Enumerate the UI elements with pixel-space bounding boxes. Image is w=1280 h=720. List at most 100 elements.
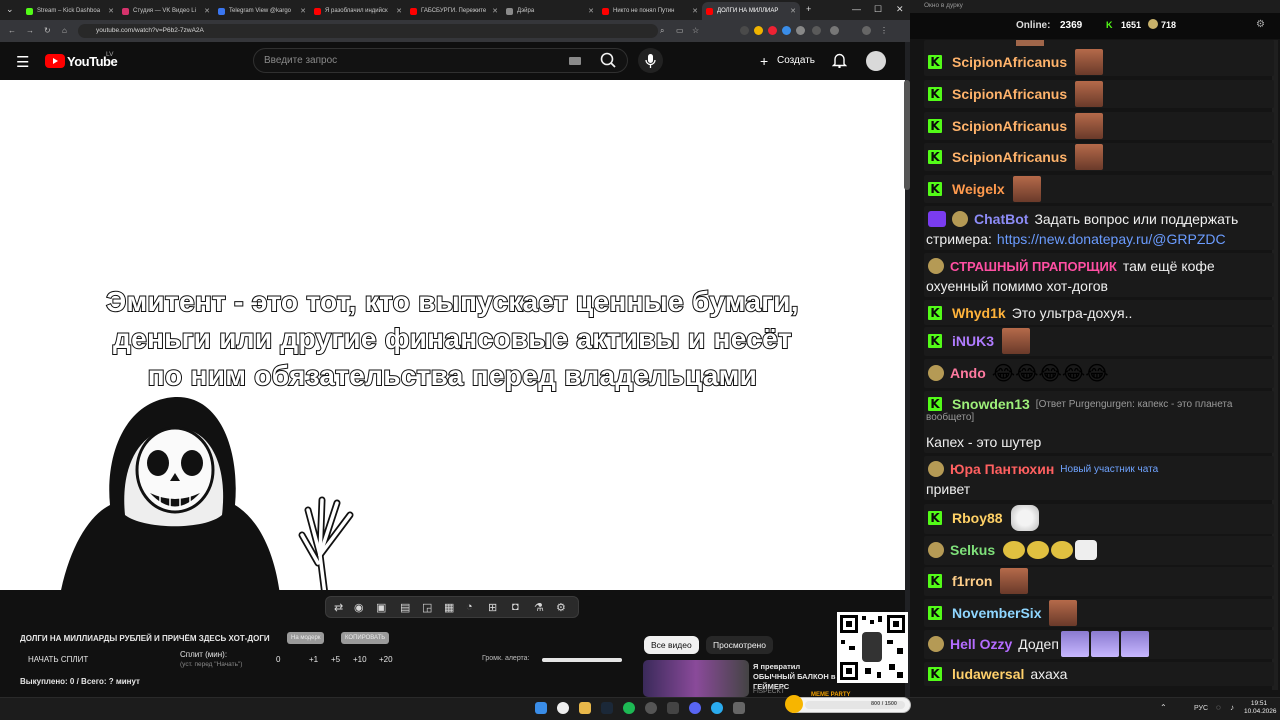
volume-icon[interactable]: ♪	[1230, 703, 1234, 712]
tab-youtube-2[interactable]: ГАБСБУРГИ. Пережите ✕	[406, 2, 502, 20]
reload-icon[interactable]: ↻	[44, 26, 51, 35]
tab-deira[interactable]: Дэйра ✕	[502, 2, 598, 20]
close-icon[interactable]: ✕	[692, 7, 698, 15]
chat-username[interactable]: NovemberSix	[952, 605, 1041, 621]
search-button[interactable]	[590, 48, 628, 73]
donation-qr-code[interactable]	[837, 612, 908, 683]
close-icon[interactable]: ✕	[790, 7, 796, 15]
profile-icon[interactable]	[862, 26, 871, 35]
app-icon[interactable]	[733, 702, 745, 714]
chat-username[interactable]: ScipionAfricanus	[952, 86, 1067, 102]
split-add-5-button[interactable]: +5	[331, 655, 340, 664]
close-icon[interactable]: ✕	[588, 7, 594, 15]
chat-username[interactable]: f1rron	[952, 573, 992, 589]
chat-username[interactable]: ScipionAfricanus	[952, 149, 1067, 165]
flask-icon[interactable]: ⚗	[534, 601, 544, 614]
extension-icon[interactable]	[754, 26, 763, 35]
filter-chip-watched[interactable]: Просмотрено	[706, 636, 773, 654]
maximize-button[interactable]: ☐	[874, 4, 882, 15]
system-clock[interactable]: 19:51 10.04.2026	[1244, 700, 1277, 716]
copy-button[interactable]: КОПИРОВАТЬ	[341, 632, 390, 644]
close-icon[interactable]: ✕	[108, 7, 114, 15]
close-icon[interactable]: ✕	[492, 7, 498, 15]
audio-icon[interactable]: ◉	[354, 601, 364, 614]
video-player[interactable]: Эмитент - это тот, кто выпускает ценные …	[0, 80, 905, 590]
extension-icon[interactable]	[782, 26, 791, 35]
picture-in-picture-icon[interactable]: ◲	[422, 601, 432, 614]
downloads-icon[interactable]	[830, 26, 839, 35]
extension-icon[interactable]	[740, 26, 749, 35]
obs-icon[interactable]	[645, 702, 657, 714]
split-add-1-button[interactable]: +1	[309, 655, 318, 664]
notifications-bell-icon[interactable]	[831, 52, 848, 73]
zoom-icon[interactable]: ⌕	[660, 26, 664, 36]
donate-link[interactable]: https://new.donatepay.ru/@GRPZDC	[997, 231, 1226, 247]
split-add-10-button[interactable]: +10	[353, 655, 367, 664]
chat-username[interactable]: Юра Пантюхин	[950, 461, 1054, 477]
tray-chevron-icon[interactable]: ⌃	[1160, 703, 1167, 712]
chat-username[interactable]: Weigelx	[952, 181, 1005, 197]
chat-username[interactable]: ludawersal	[952, 666, 1024, 682]
watch-icon[interactable]: ▣	[376, 601, 386, 614]
clapper-icon[interactable]: ▤	[400, 601, 410, 614]
tab-telegram[interactable]: Telegram View @kargo ✕	[214, 2, 310, 20]
keyboard-icon[interactable]	[569, 57, 581, 65]
chat-username[interactable]: ScipionAfricanus	[952, 54, 1067, 70]
settings-gear-icon[interactable]: ⚙	[556, 601, 566, 614]
extensions-puzzle-icon[interactable]	[812, 26, 821, 35]
back-icon[interactable]: ←	[8, 26, 16, 35]
chat-username[interactable]: iNUK3	[952, 333, 994, 349]
app-icon[interactable]	[667, 702, 679, 714]
chat-username[interactable]: Hell Ozzy	[950, 636, 1012, 652]
keyboard-language[interactable]: РУС	[1194, 705, 1208, 712]
create-button[interactable]: Создать	[777, 55, 815, 66]
network-icon[interactable]: ◌	[1216, 703, 1221, 712]
chat-username[interactable]: Whyd1k	[952, 305, 1006, 321]
chat-username[interactable]: ChatBot	[974, 211, 1028, 227]
close-icon[interactable]: ✕	[300, 7, 306, 15]
extension-icon[interactable]	[796, 26, 805, 35]
steam-icon[interactable]	[601, 702, 613, 714]
tab-youtube-1[interactable]: Я разоблачил индийск ✕	[310, 2, 406, 20]
split-add-20-button[interactable]: +20	[379, 655, 393, 664]
chat-settings-gear-icon[interactable]: ⚙	[1256, 19, 1265, 30]
speed-icon[interactable]: ◔	[466, 601, 473, 613]
close-icon[interactable]: ✕	[204, 7, 210, 15]
page-scrollbar-thumb[interactable]	[904, 80, 910, 190]
hamburger-menu-icon[interactable]: ☰	[16, 53, 29, 71]
moderation-pill[interactable]: На модерк	[287, 632, 325, 644]
tab-search-icon[interactable]: ⌄	[6, 4, 14, 15]
alert-volume-slider[interactable]	[542, 658, 622, 662]
recommended-thumbnail[interactable]	[643, 660, 749, 697]
filter-chip-all[interactable]: Все видео	[644, 636, 699, 654]
reply-reference[interactable]: [Ответ Purgengurgen: капекс - это планет…	[1036, 399, 1233, 410]
voice-search-button[interactable]	[638, 48, 663, 73]
bookmark-star-icon[interactable]: ☆	[692, 26, 699, 35]
start-split-button[interactable]: НАЧАТЬ СПЛИТ	[28, 655, 88, 664]
account-avatar[interactable]	[866, 51, 886, 71]
chat-username[interactable]: СТРАШНЫЙ ПРАПОРЩИК	[950, 259, 1117, 274]
extension-icon[interactable]	[768, 26, 777, 35]
chat-username[interactable]: Selkus	[950, 542, 995, 558]
menu-kebab-icon[interactable]: ⋮	[880, 26, 888, 35]
telegram-taskbar-icon[interactable]	[711, 702, 723, 714]
subtitles-icon[interactable]: ▦	[444, 601, 454, 614]
loop-icon[interactable]: ⇄	[334, 601, 343, 614]
add-clip-icon[interactable]: ⊞	[488, 601, 497, 614]
close-icon[interactable]: ✕	[396, 7, 402, 15]
discord-icon[interactable]	[689, 702, 701, 714]
tab-active-video[interactable]: ДОЛГИ НА МИЛЛИАР ✕	[702, 2, 800, 20]
chat-username[interactable]: Ando	[950, 365, 986, 381]
cast-icon[interactable]: ▭	[676, 26, 684, 35]
tab-vk[interactable]: Студия — VK Видео Li ✕	[118, 2, 214, 20]
url-bar[interactable]: youtube.com/watch?v=P6b2-7zwA2A	[78, 24, 658, 38]
forward-icon[interactable]: →	[26, 26, 34, 35]
youtube-logo-icon[interactable]	[45, 54, 65, 68]
create-plus-icon[interactable]: +	[760, 53, 768, 69]
search-input[interactable]: Введите запрос	[253, 48, 628, 73]
tab-kick[interactable]: Stream – Kick Dashboa ✕	[22, 2, 118, 20]
split-value-0[interactable]: 0	[276, 655, 280, 664]
chrome-taskbar-icon[interactable]	[557, 702, 569, 714]
chat-username[interactable]: Rboy88	[952, 510, 1003, 526]
chat-username[interactable]: ScipionAfricanus	[952, 118, 1067, 134]
